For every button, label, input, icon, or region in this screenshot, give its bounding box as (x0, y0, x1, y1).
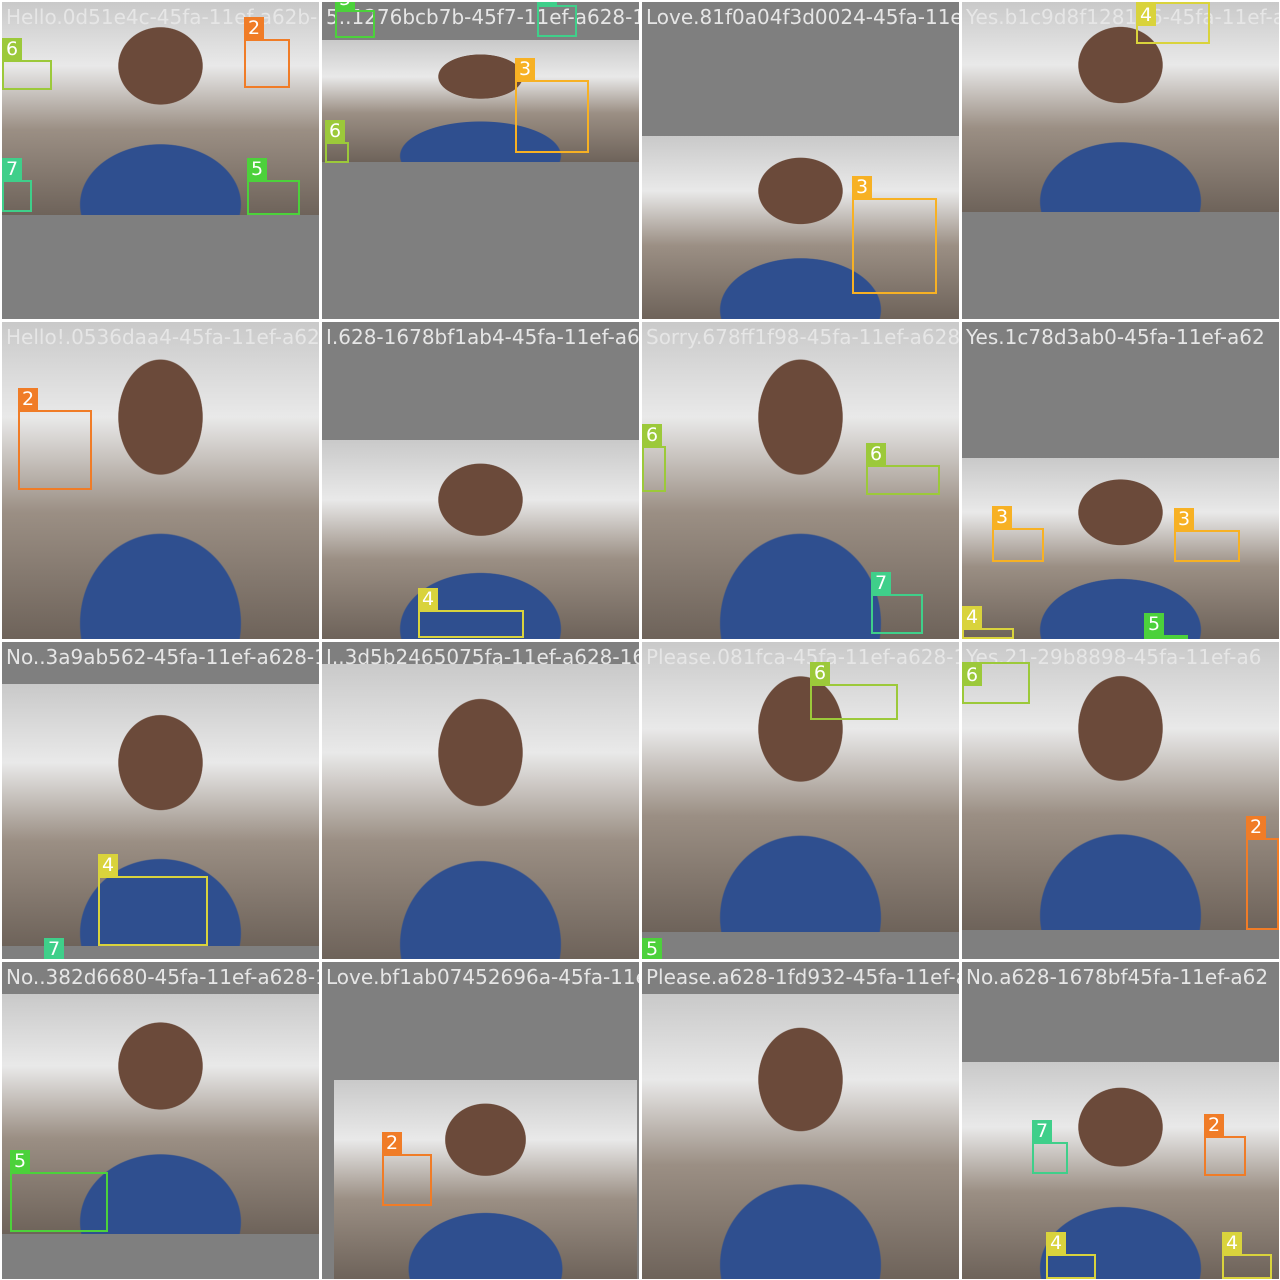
image-tile: Please.081fca-45fa-11ef-a628-1678bf1ab07… (642, 642, 959, 959)
image-tile: Yes.b1c9d8f128116-45fa-11ef-a62 4 (962, 2, 1279, 319)
detection-label: 4 (98, 854, 118, 876)
image-tile: No..3a9ab562-45fa-11ef-a628-1678bf1ab075… (2, 642, 319, 959)
image-tile: 5..1276bcb7b-45f7-11ef-a628-1678bf1ab...… (322, 2, 639, 319)
detection-label: 6 (810, 662, 830, 684)
detection-box: 4 (1222, 1232, 1272, 1279)
image-mosaic: Hello.0d51e4c-45fa-11ef-a62b-1678bf1ab..… (0, 0, 1280, 1280)
detection-box: 2 (1204, 1114, 1246, 1176)
detection-box: 6 (642, 424, 666, 492)
tile-title: No..3a9ab562-45fa-11ef-a628-1678bf1ab075… (6, 645, 319, 669)
image-tile: I..3d5b2465075fa-11ef-a628-1678bf1ab... (322, 642, 639, 959)
photo (322, 40, 639, 162)
detection-label: 6 (325, 120, 345, 142)
detection-label: 2 (1204, 1114, 1224, 1136)
tile-title: Please.a628-1fd932-45fa-11ef-a628-1678bf (646, 965, 959, 989)
image-tile: Love.81f0a04f3d0024-45fa-11ef-a628-16...… (642, 2, 959, 319)
detection-box: 3 (992, 506, 1044, 562)
image-tile: I.628-1678bf1ab4-45fa-11ef-a628-1678bf1a… (322, 322, 639, 639)
detection-box: 4 (418, 588, 524, 638)
detection-label: 7 (537, 2, 557, 5)
detection-box: 5 (10, 1150, 108, 1232)
detection-box: 4 (98, 854, 208, 946)
detection-box: 6 (962, 662, 1030, 704)
photo (962, 2, 1279, 212)
detection-label: 4 (418, 588, 438, 610)
detection-label: 3 (1174, 508, 1194, 530)
tile-title: Love.bf1ab07452696a-45fa-11ef-a628... (326, 965, 639, 989)
detection-label: 4 (1046, 1232, 1066, 1254)
detection-box: 4 (1046, 1232, 1096, 1279)
detection-box: 5 (1144, 613, 1188, 639)
detection-label: 4 (1222, 1232, 1242, 1254)
detection-label: 3 (852, 176, 872, 198)
image-tile: No..382d6680-45fa-11ef-a628-1678bf1ab075… (2, 962, 319, 1279)
image-tile: Hello!.0536daa4-45fa-11ef-a628-1678bf1ab… (2, 322, 319, 639)
tile-title: No..382d6680-45fa-11ef-a628-1678bf1ab075… (6, 965, 319, 989)
detection-box: 7 (537, 2, 577, 37)
photo (322, 664, 639, 959)
detection-box: 6 (810, 662, 898, 720)
image-tile: Hello.0d51e4c-45fa-11ef-a62b-1678bf1ab..… (2, 2, 319, 319)
tile-title: No.a628-1678bf45fa-11ef-a62 (966, 965, 1269, 989)
detection-label: 2 (244, 17, 264, 39)
detection-box: 6 (325, 120, 349, 163)
detection-label: 2 (382, 1132, 402, 1154)
detection-box: 7 (871, 572, 923, 634)
detection-box: 6 (866, 443, 940, 495)
photo (642, 994, 959, 1279)
detection-box: 3 (515, 58, 589, 153)
detection-label: 5 (247, 158, 267, 180)
detection-box: 2 (382, 1132, 432, 1206)
image-tile: Love.bf1ab07452696a-45fa-11ef-a628... 2 (322, 962, 639, 1279)
tile-title: Love.81f0a04f3d0024-45fa-11ef-a628-16... (646, 5, 959, 29)
detection-box: 5 (247, 158, 300, 215)
detection-label: 6 (962, 664, 982, 686)
image-tile: Yes.21-29b8898-45fa-11ef-a6 6 2 (962, 642, 1279, 959)
detection-label: 2 (1246, 816, 1266, 838)
image-tile: No.a628-1678bf45fa-11ef-a62 7 2 4 4 (962, 962, 1279, 1279)
detection-box: 3 (1174, 508, 1240, 562)
detection-box: 2 (244, 17, 290, 88)
image-tile: Yes.1c78d3ab0-45fa-11ef-a62 3 3 4 5 (962, 322, 1279, 639)
detection-label: 6 (866, 443, 886, 465)
detection-label: 5 (335, 2, 355, 10)
photo (334, 1080, 637, 1279)
detection-label: 7 (1032, 1120, 1052, 1142)
detection-box: 3 (852, 176, 937, 294)
detection-box: 2 (18, 388, 92, 490)
detection-box: 7 (1032, 1120, 1068, 1174)
detection-label: 3 (992, 506, 1012, 528)
image-tile: Please.a628-1fd932-45fa-11ef-a628-1678bf (642, 962, 959, 1279)
detection-label: 6 (642, 424, 662, 446)
detection-label: 7 (871, 572, 891, 594)
detection-label: 5 (642, 938, 662, 959)
image-tile: Sorry.678ff1f98-45fa-11ef-a628-1678bf1ab… (642, 322, 959, 639)
detection-label: 4 (1136, 4, 1156, 26)
photo (642, 642, 959, 932)
detection-label: 7 (2, 158, 22, 180)
detection-box: 6 (2, 38, 52, 90)
detection-label: 6 (2, 38, 22, 60)
detection-label: 4 (962, 606, 982, 628)
detection-box: 4 (1136, 2, 1210, 44)
detection-label: 7 (44, 938, 64, 959)
detection-box: 4 (962, 606, 1014, 639)
tile-title: Yes.1c78d3ab0-45fa-11ef-a62 (966, 325, 1265, 349)
detection-label: 5 (1144, 613, 1164, 635)
detection-box: 2 (1246, 816, 1279, 930)
detection-label: 5 (10, 1150, 30, 1172)
detection-box: 7 (2, 158, 32, 212)
detection-box: 5 (335, 2, 375, 38)
detection-label: 3 (515, 58, 535, 80)
tile-title: I.628-1678bf1ab4-45fa-11ef-a628-1678bf1a… (326, 325, 639, 349)
detection-label: 2 (18, 388, 38, 410)
